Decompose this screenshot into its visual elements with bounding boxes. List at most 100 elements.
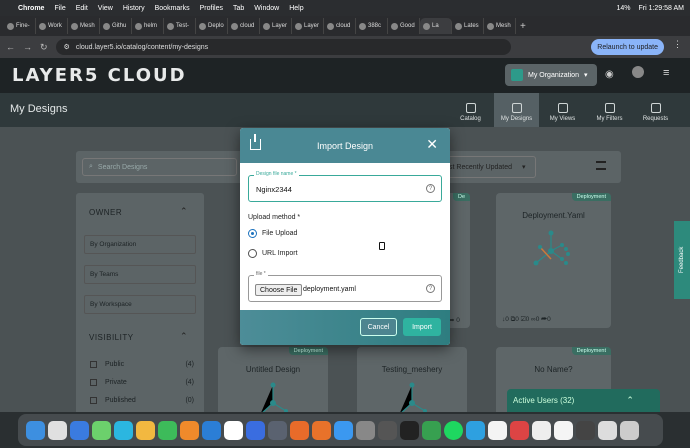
- help-icon[interactable]: ?: [426, 284, 435, 293]
- menu-edit[interactable]: Edit: [76, 5, 88, 12]
- browser-tab[interactable]: Mesh: [484, 18, 516, 34]
- url-field[interactable]: ⚙ cloud.layer5.io/catalog/content/my-des…: [55, 39, 511, 55]
- design-name-value[interactable]: Nginx2344: [256, 185, 292, 194]
- forward-icon[interactable]: →: [23, 42, 32, 52]
- nav-my-designs[interactable]: My Designs: [494, 93, 539, 127]
- vscode-insiders-icon[interactable]: [246, 420, 265, 440]
- search-input[interactable]: ⌕ Search Designs: [82, 158, 237, 176]
- browser-tab[interactable]: Deplo: [196, 18, 228, 34]
- maps-icon[interactable]: [114, 420, 133, 440]
- filter-by-teams[interactable]: By Teams: [84, 265, 196, 284]
- browser-tab[interactable]: Mesh: [68, 18, 100, 34]
- trash-icon[interactable]: [620, 420, 639, 440]
- browser-tab[interactable]: helm: [132, 18, 164, 34]
- menu-view[interactable]: View: [98, 5, 113, 12]
- back-icon[interactable]: ←: [6, 42, 15, 52]
- settings-icon[interactable]: [356, 420, 375, 440]
- browser-tab[interactable]: cloud: [228, 18, 260, 34]
- screenshot-icon[interactable]: [598, 420, 617, 440]
- filter-by-organization[interactable]: By Organization: [84, 235, 196, 254]
- chevron-up-icon[interactable]: ⌃: [180, 206, 188, 217]
- menu-bookmarks[interactable]: Bookmarks: [155, 5, 190, 12]
- telegram-icon[interactable]: [466, 420, 485, 440]
- spotify-icon[interactable]: [444, 420, 463, 440]
- browser-tab[interactable]: Good: [388, 18, 420, 34]
- close-icon[interactable]: ✕: [426, 136, 438, 153]
- vscode-icon[interactable]: [202, 420, 221, 440]
- menu-help[interactable]: Help: [289, 5, 303, 12]
- appstore-alt-icon[interactable]: [334, 420, 353, 440]
- activity-monitor-icon[interactable]: [378, 420, 397, 440]
- browser-tab-active[interactable]: La: [420, 18, 452, 34]
- mongodb-icon[interactable]: [422, 420, 441, 440]
- browser-tab[interactable]: Lates: [452, 18, 484, 34]
- relaunch-button[interactable]: Relaunch to update: [591, 39, 664, 55]
- new-tab-button[interactable]: +: [520, 21, 526, 32]
- design-card-untitled[interactable]: Deployment Untitled Design: [218, 347, 328, 418]
- radio-url-import[interactable]: URL Import: [248, 249, 298, 258]
- browser-tab[interactable]: Work: [36, 18, 68, 34]
- import-button[interactable]: Import: [403, 318, 441, 336]
- preview-icon[interactable]: [532, 420, 551, 440]
- cancel-button[interactable]: Cancel: [360, 318, 397, 336]
- menu-history[interactable]: History: [123, 5, 145, 12]
- menu-file[interactable]: File: [54, 5, 65, 12]
- clock[interactable]: Fri 1:29:58 AM: [638, 5, 684, 12]
- brave-icon[interactable]: [312, 420, 331, 440]
- finder-window-icon[interactable]: [576, 420, 595, 440]
- visibility-private[interactable]: Private: [90, 379, 127, 386]
- browser-tab[interactable]: Layer: [260, 18, 292, 34]
- visibility-public[interactable]: Public: [90, 361, 124, 368]
- checkbox[interactable]: [90, 397, 97, 404]
- radio-unselected-icon[interactable]: [248, 249, 257, 258]
- list-view-icon[interactable]: [596, 161, 606, 170]
- menu-window[interactable]: Window: [254, 5, 279, 12]
- checkbox[interactable]: [90, 361, 97, 368]
- chevron-up-icon[interactable]: ⌃: [180, 331, 188, 342]
- calendar-icon[interactable]: [554, 420, 573, 440]
- help-icon[interactable]: ?: [426, 184, 435, 193]
- feedback-tab[interactable]: Feedback: [674, 221, 690, 299]
- hamburger-icon[interactable]: ≡: [663, 67, 669, 79]
- terminal-icon[interactable]: [268, 420, 287, 440]
- sort-select[interactable]: st Recently Updated ▾: [444, 156, 536, 178]
- more-icon[interactable]: ⋮: [673, 39, 682, 50]
- radio-selected-icon[interactable]: [248, 229, 257, 238]
- appstore-icon[interactable]: [70, 420, 89, 440]
- nav-my-views[interactable]: My Views: [540, 93, 585, 127]
- organization-select[interactable]: My Organization ▾: [505, 64, 597, 86]
- launchpad-icon[interactable]: [48, 420, 67, 440]
- firefox-icon[interactable]: [290, 420, 309, 440]
- avatar[interactable]: [632, 66, 644, 78]
- messages-icon[interactable]: [92, 420, 111, 440]
- reload-icon[interactable]: ↻: [40, 42, 48, 53]
- radio-file-upload[interactable]: File Upload: [248, 229, 297, 238]
- chevron-up-icon[interactable]: ⌃: [626, 395, 634, 406]
- logo[interactable]: LAYER5 CLOUD: [12, 65, 187, 86]
- recorder-icon[interactable]: [510, 420, 529, 440]
- terminal-alt-icon[interactable]: [400, 420, 419, 440]
- finder-icon[interactable]: [26, 420, 45, 440]
- chrome-icon[interactable]: [224, 420, 243, 440]
- menu-chrome[interactable]: Chrome: [18, 5, 44, 12]
- visibility-published[interactable]: Published: [90, 397, 136, 404]
- menu-profiles[interactable]: Profiles: [200, 5, 223, 12]
- checkbox[interactable]: [90, 379, 97, 386]
- browser-tab[interactable]: Fine-: [4, 18, 36, 34]
- whatsapp-icon[interactable]: [158, 420, 177, 440]
- nav-requests[interactable]: Requests: [633, 93, 678, 127]
- browser-tab[interactable]: Test-: [164, 18, 196, 34]
- nav-my-filters[interactable]: My Filters: [587, 93, 632, 127]
- photos-icon[interactable]: [136, 420, 155, 440]
- nav-catalog[interactable]: Catalog: [448, 93, 493, 127]
- design-name-field[interactable]: Design file name * Nginx2344 ?: [248, 171, 442, 202]
- active-users-panel[interactable]: Active Users (32) ⌃: [507, 389, 660, 412]
- blender-icon[interactable]: [180, 420, 199, 440]
- design-card-deployment-yaml[interactable]: Deployment Deployment.Yaml ↓0 ⧉0 ☑0 ∞0 ➦…: [496, 193, 611, 328]
- menu-tab[interactable]: Tab: [233, 5, 244, 12]
- browser-tab[interactable]: Layer: [292, 18, 324, 34]
- browser-tab[interactable]: 388c: [356, 18, 388, 34]
- choose-file-button[interactable]: Choose File: [255, 284, 303, 296]
- site-info-icon[interactable]: ⚙: [64, 43, 70, 51]
- browser-tab[interactable]: Githu: [100, 18, 132, 34]
